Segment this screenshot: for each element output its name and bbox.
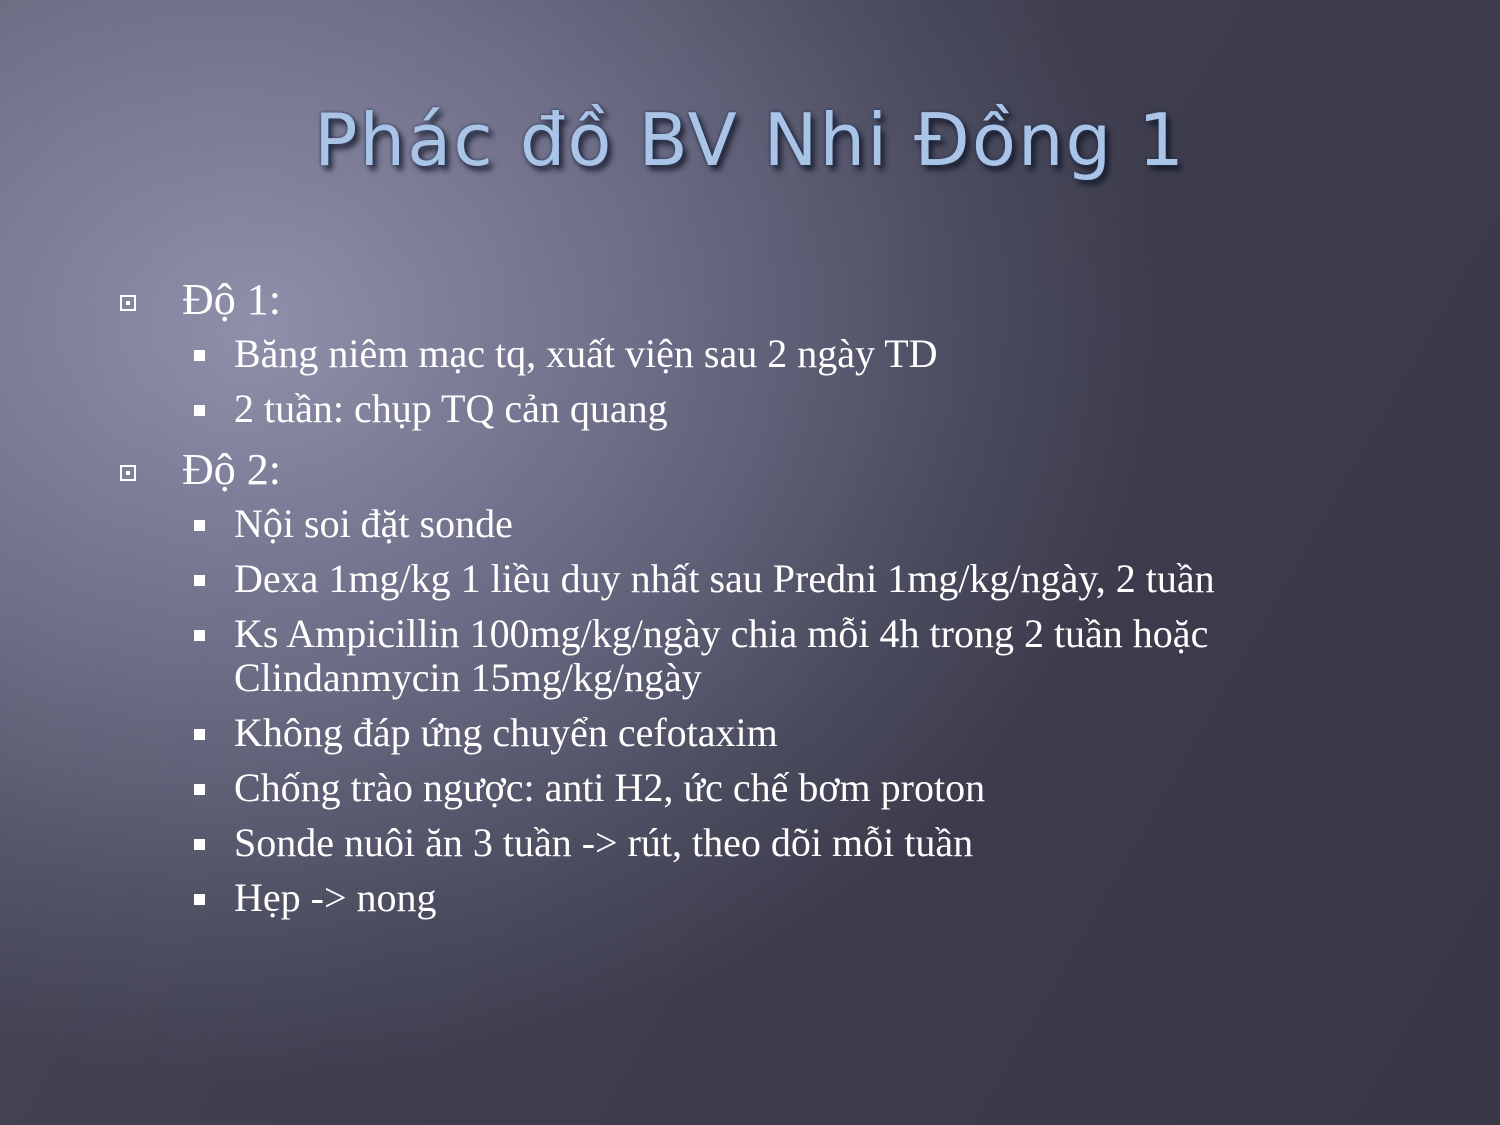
bullet-icon — [194, 729, 205, 740]
section-heading: Độ 1: — [118, 272, 1418, 328]
list-item-text: Ks Ampicillin 100mg/kg/ngày chia mỗi 4h … — [234, 611, 1209, 700]
bullet-icon — [194, 405, 205, 416]
list-item-text: 2 tuần: chụp TQ cản quang — [234, 386, 668, 431]
list-item-text: Chống trào ngược: anti H2, ức chế bơm pr… — [234, 765, 986, 810]
list-item: Băng niêm mạc tq, xuất viện sau 2 ngày T… — [118, 332, 1418, 376]
section-heading-text: Độ 1: — [182, 275, 281, 324]
list-item: Nội soi đặt sonde — [118, 502, 1418, 546]
bullet-icon — [194, 630, 205, 641]
section-heading: Độ 2: — [118, 442, 1418, 498]
bullet-icon — [194, 575, 205, 586]
list-item-text: Không đáp ứng chuyển cefotaxim — [234, 710, 778, 755]
section-heading-text: Độ 2: — [182, 445, 281, 494]
list-item-text: Dexa 1mg/kg 1 liều duy nhất sau Predni 1… — [234, 556, 1215, 601]
list-item: Hẹp -> nong — [118, 876, 1418, 920]
list-item: Chống trào ngược: anti H2, ức chế bơm pr… — [118, 766, 1418, 810]
bullet-icon — [194, 520, 205, 531]
list-item: Không đáp ứng chuyển cefotaxim — [118, 711, 1418, 755]
list-item: Dexa 1mg/kg 1 liều duy nhất sau Predni 1… — [118, 557, 1418, 601]
bullet-icon — [194, 839, 205, 850]
bullet-icon — [194, 894, 205, 905]
list-item-text: Sonde nuôi ăn 3 tuần -> rút, theo dõi mỗ… — [234, 820, 974, 865]
list-item-text: Hẹp -> nong — [234, 875, 437, 920]
square-bullet-icon — [120, 295, 136, 311]
slide-title: Phác đồ BV Nhi Đồng 1 — [314, 98, 1186, 182]
bullet-icon — [194, 350, 205, 361]
slide-content: Độ 1: Băng niêm mạc tq, xuất viện sau 2 … — [118, 266, 1418, 931]
square-bullet-icon — [120, 465, 136, 481]
slide: Phác đồ BV Nhi Đồng 1 Độ 1: Băng niêm mạ… — [0, 0, 1500, 1125]
list-item-text: Nội soi đặt sonde — [234, 501, 513, 546]
list-item: Sonde nuôi ăn 3 tuần -> rút, theo dõi mỗ… — [118, 821, 1418, 865]
bullet-icon — [194, 784, 205, 795]
list-item: 2 tuần: chụp TQ cản quang — [118, 387, 1418, 431]
list-item: Ks Ampicillin 100mg/kg/ngày chia mỗi 4h … — [118, 612, 1418, 700]
list-item-text: Băng niêm mạc tq, xuất viện sau 2 ngày T… — [234, 331, 938, 376]
